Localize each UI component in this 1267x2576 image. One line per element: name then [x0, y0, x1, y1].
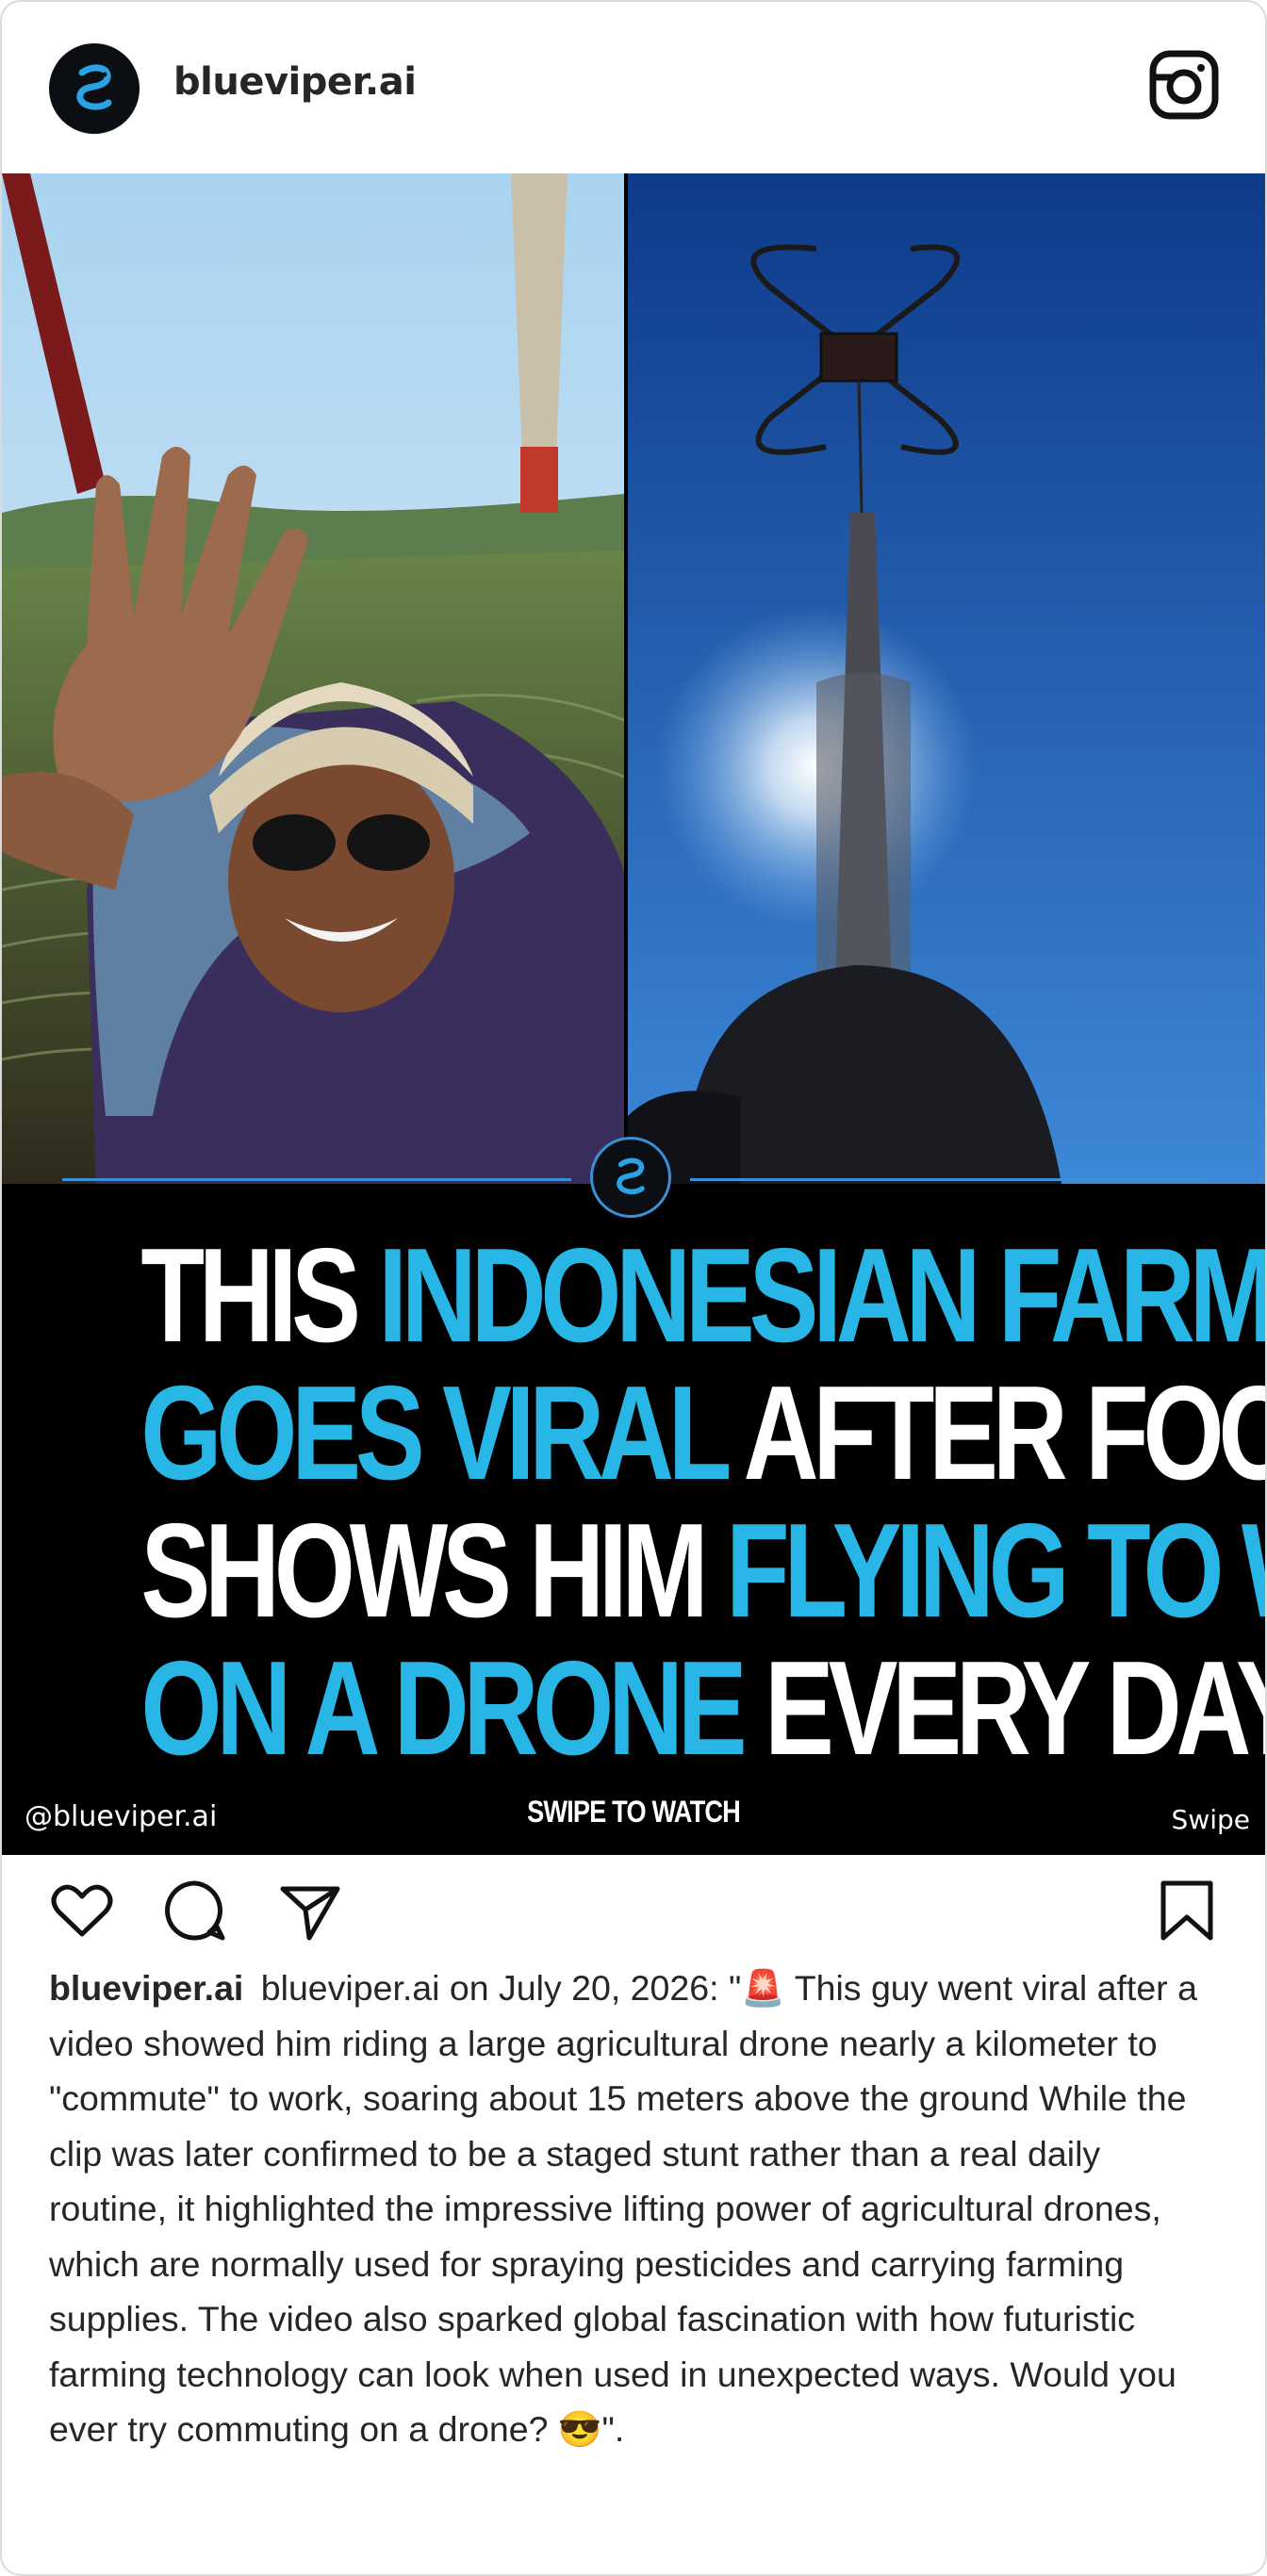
headline-line-3: SHOWS HIM FLYING TO WORK	[140, 1496, 1265, 1646]
divider-line-right	[690, 1178, 1207, 1181]
send-icon[interactable]	[277, 1878, 343, 1944]
post-header: blueviper.ai	[2, 2, 1265, 172]
caption-username[interactable]: blueviper.ai	[49, 1968, 243, 2008]
instagram-post-card: blueviper.ai THIS INDONESIAN FARM GOES V…	[0, 0, 1267, 2576]
farmer-photo	[2, 173, 624, 1184]
headline: THIS INDONESIAN FARMER GOES VIRAL AFTER …	[140, 1221, 1265, 1783]
heart-icon[interactable]	[49, 1878, 115, 1944]
center-logo	[590, 1137, 671, 1218]
post-media[interactable]: THIS INDONESIAN FARMER GOES VIRAL AFTER …	[2, 173, 1265, 1855]
swipe-label[interactable]: Swipe	[1172, 1804, 1250, 1835]
headline-line-4: ON A DRONE EVERY DAY	[140, 1633, 1265, 1783]
caption-text: blueviper.ai on July 20, 2026: "🚨 This g…	[49, 1968, 1197, 2449]
avatar[interactable]	[49, 43, 140, 134]
bookmark-icon[interactable]	[1154, 1878, 1220, 1944]
blue-serpent-logo-icon	[617, 1157, 645, 1195]
headline-line-2: GOES VIRAL AFTER FOOTAGE	[140, 1358, 1265, 1508]
drone-photo	[628, 173, 1265, 1184]
comment-icon[interactable]	[162, 1878, 228, 1944]
swipe-to-watch-label: SWIPE TO WATCH	[527, 1795, 741, 1829]
post-username[interactable]: blueviper.ai	[173, 60, 417, 104]
headline-line-1: THIS INDONESIAN FARMER	[140, 1221, 1265, 1370]
divider-line-left	[62, 1178, 571, 1181]
instagram-icon[interactable]	[1148, 49, 1220, 121]
post-caption: blueviper.ai blueviper.ai on July 20, 20…	[49, 1961, 1218, 2457]
blue-serpent-logo-icon	[76, 64, 112, 110]
action-bar	[2, 1855, 1265, 1959]
